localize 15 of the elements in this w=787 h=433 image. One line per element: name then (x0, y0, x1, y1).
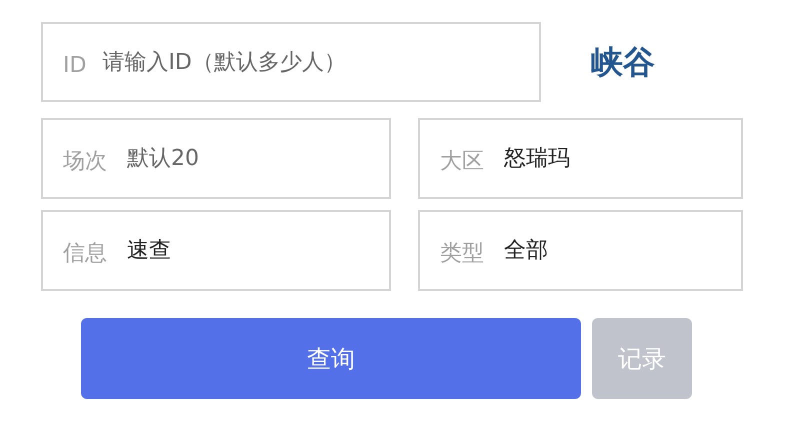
input-field[interactable]: 请输入ID（默认多少人） (102, 46, 519, 78)
input-field[interactable]: 怒瑞玛 (504, 142, 721, 175)
field-label: 场次 (63, 148, 107, 176)
region-title: 峡谷 (591, 42, 655, 83)
field-label: 大区 (440, 148, 484, 176)
query-button[interactable]: 查询 (81, 318, 581, 399)
field-label: 类型 (440, 240, 484, 268)
field-label: 信息 (63, 240, 107, 268)
field-frame[interactable]: 类型 全部 (418, 210, 743, 291)
input-field[interactable]: 全部 (504, 234, 721, 267)
field-frame[interactable]: 信息 速查 (41, 210, 391, 291)
input-field[interactable]: 默认20 (127, 142, 369, 175)
field-label: ID (63, 52, 86, 80)
field-frame[interactable]: 大区 怒瑞玛 (418, 118, 743, 199)
input-field[interactable]: 速查 (127, 234, 369, 267)
